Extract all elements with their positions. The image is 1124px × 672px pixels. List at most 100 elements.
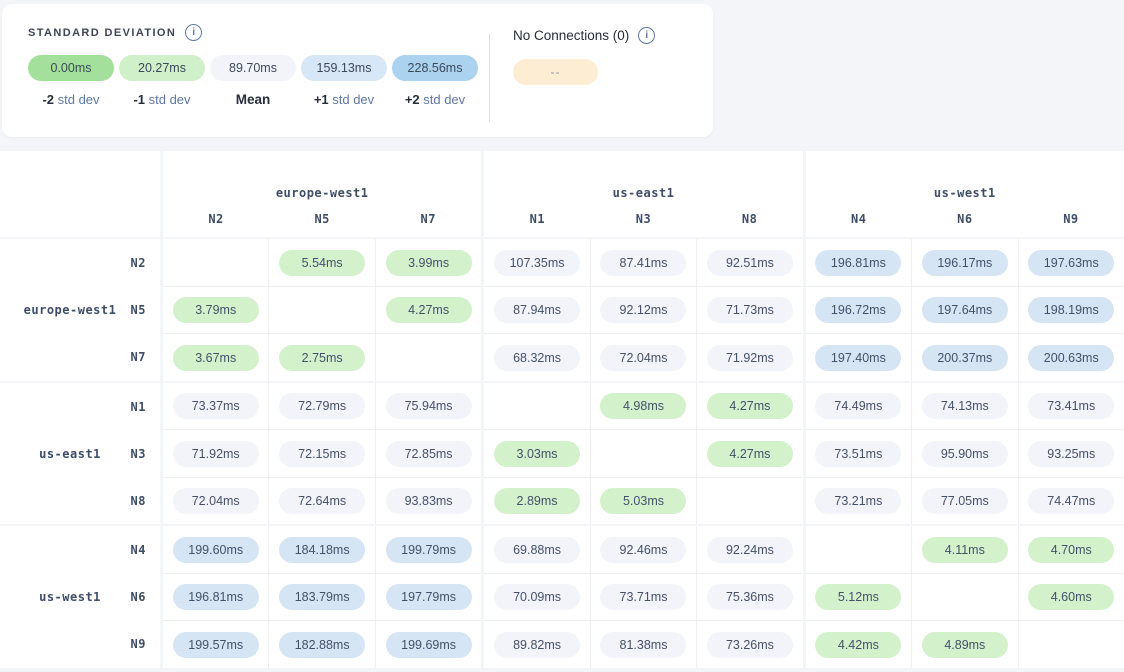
latency-cell: 92.24ms [697, 526, 802, 573]
latency-cell [484, 383, 589, 430]
latency-pill: 74.47ms [1028, 488, 1114, 514]
latency-cell [806, 526, 911, 573]
column-node-labels: N1N3N8 [484, 212, 802, 226]
latency-cell: 69.88ms [484, 526, 589, 573]
latency-pill: 75.94ms [386, 393, 472, 419]
latency-cell [1019, 621, 1124, 668]
column-label-n8: N8 [697, 212, 803, 226]
latency-pill: 183.79ms [279, 584, 365, 610]
latency-pill: 72.04ms [600, 345, 686, 371]
cell-group: 4.11ms4.70ms5.12ms4.60ms4.42ms4.89ms [806, 526, 1124, 668]
no-connections-title: No Connections (0) [513, 28, 629, 43]
row-label-n3: N3 [0, 430, 160, 477]
latency-pill: 92.51ms [707, 250, 793, 276]
latency-cell: 197.79ms [376, 574, 481, 621]
latency-cell: 198.19ms [1019, 287, 1124, 334]
latency-pill: 2.75ms [279, 345, 365, 371]
latency-cell: 107.35ms [484, 239, 589, 286]
latency-pill: 196.81ms [815, 250, 901, 276]
latency-cell: 3.99ms [376, 239, 481, 286]
latency-cell: 196.81ms [163, 574, 268, 621]
latency-pill: 73.26ms [707, 632, 793, 658]
row-label-n1: N1 [0, 383, 160, 430]
latency-pill: 182.88ms [279, 632, 365, 658]
latency-pill: 87.41ms [600, 250, 686, 276]
latency-pill: 89.82ms [494, 632, 580, 658]
latency-cell: 87.41ms [591, 239, 696, 286]
row-label-n7: N7 [0, 334, 160, 381]
stddev-legend: STANDARD DEVIATION i 0.00ms20.27ms89.70m… [28, 24, 478, 107]
latency-pill: 72.85ms [386, 441, 472, 467]
latency-pill: 93.83ms [386, 488, 472, 514]
latency-pill: 92.12ms [600, 297, 686, 323]
latency-pill: 95.90ms [922, 441, 1008, 467]
row-group-europe-west1: europe-west1N2N5N75.54ms3.99ms3.79ms4.27… [0, 239, 1124, 381]
latency-pill: 71.92ms [707, 345, 793, 371]
latency-pill: 74.13ms [922, 393, 1008, 419]
column-region-label: europe-west1 [163, 186, 481, 200]
latency-cell: 2.75ms [269, 334, 374, 381]
latency-cell: 72.85ms [376, 430, 481, 477]
row-node-labels: N2N5N7 [0, 239, 160, 381]
latency-cell: 74.49ms [806, 383, 911, 430]
latency-cell [591, 430, 696, 477]
column-label-n5: N5 [269, 212, 375, 226]
row-node-labels: N1N3N8 [0, 383, 160, 525]
latency-pill: 73.41ms [1028, 393, 1114, 419]
stddev-label-row: -2 std dev-1 std devMean+1 std dev+2 std… [28, 92, 478, 107]
latency-pill: 92.24ms [707, 537, 793, 563]
stddev-scale-pill: 20.27ms [119, 55, 205, 81]
cell-group: 4.98ms4.27ms3.03ms4.27ms2.89ms5.03ms [484, 383, 802, 525]
column-label-n7: N7 [375, 212, 481, 226]
stddev-scale-pill: 0.00ms [28, 55, 114, 81]
latency-pill: 196.17ms [922, 250, 1008, 276]
latency-cell: 196.72ms [806, 287, 911, 334]
latency-cell: 72.64ms [269, 478, 374, 525]
latency-cell: 3.03ms [484, 430, 589, 477]
latency-cell: 4.27ms [697, 383, 802, 430]
latency-cell [269, 287, 374, 334]
cell-group: 73.37ms72.79ms75.94ms71.92ms72.15ms72.85… [163, 383, 481, 525]
latency-cell: 2.89ms [484, 478, 589, 525]
latency-cell: 4.11ms [912, 526, 1017, 573]
latency-pill: 93.25ms [1028, 441, 1114, 467]
latency-pill: 199.60ms [173, 537, 259, 563]
info-icon[interactable]: i [638, 27, 655, 44]
row-label-n4: N4 [0, 526, 160, 573]
latency-cell: 3.67ms [163, 334, 268, 381]
no-connections-legend: No Connections (0) i -- [513, 27, 655, 85]
latency-cell: 93.83ms [376, 478, 481, 525]
latency-cell: 3.79ms [163, 287, 268, 334]
latency-pill: 197.79ms [386, 584, 472, 610]
latency-pill: 2.89ms [494, 488, 580, 514]
info-icon[interactable]: i [185, 24, 202, 41]
column-label-n3: N3 [590, 212, 696, 226]
latency-cell: 74.13ms [912, 383, 1017, 430]
latency-cell: 197.64ms [912, 287, 1017, 334]
latency-cell: 4.27ms [697, 430, 802, 477]
latency-pill: 4.27ms [386, 297, 472, 323]
row-label-n8: N8 [0, 477, 160, 524]
legend-card: STANDARD DEVIATION i 0.00ms20.27ms89.70m… [2, 4, 713, 137]
latency-pill: 3.67ms [173, 345, 259, 371]
stddev-scale-label: Mean [210, 92, 296, 107]
latency-cell: 71.92ms [697, 334, 802, 381]
latency-cell: 92.51ms [697, 239, 802, 286]
latency-cell: 199.60ms [163, 526, 268, 573]
latency-pill: 3.99ms [386, 250, 472, 276]
latency-cell: 73.37ms [163, 383, 268, 430]
latency-pill: 74.49ms [815, 393, 901, 419]
stddev-scale-label: -1 std dev [119, 92, 205, 107]
column-node-labels: N2N5N7 [163, 212, 481, 226]
latency-pill: 4.70ms [1028, 537, 1114, 563]
column-group-us-west1: us-west1N4N6N9 [806, 151, 1124, 237]
latency-pill: 3.79ms [173, 297, 259, 323]
latency-pill: 5.03ms [600, 488, 686, 514]
row-label-block: us-west1N4N6N9 [0, 526, 160, 668]
latency-pill: 72.04ms [173, 488, 259, 514]
latency-cell: 200.63ms [1019, 334, 1124, 381]
cell-group: 199.60ms184.18ms199.79ms196.81ms183.79ms… [163, 526, 481, 668]
stddev-scale-pill: 89.70ms [210, 55, 296, 81]
latency-pill: 87.94ms [494, 297, 580, 323]
latency-pill: 200.63ms [1028, 345, 1114, 371]
